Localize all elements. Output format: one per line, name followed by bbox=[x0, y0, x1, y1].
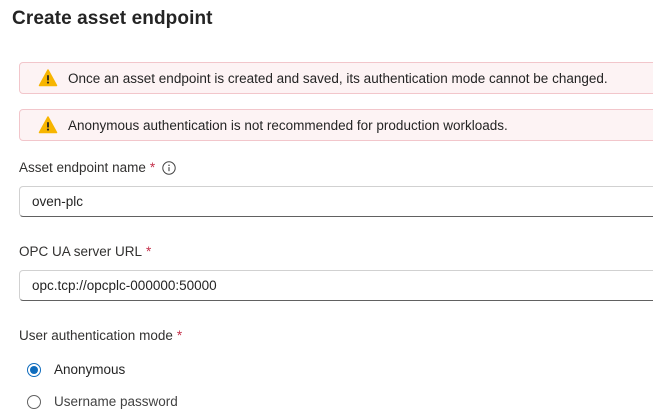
asset-endpoint-name-input[interactable] bbox=[19, 186, 653, 217]
radio-label: Anonymous bbox=[54, 362, 126, 377]
info-icon[interactable] bbox=[162, 160, 176, 175]
banner-message: Once an asset endpoint is created and sa… bbox=[68, 70, 608, 86]
auth-mode-warning-banner: Once an asset endpoint is created and sa… bbox=[19, 62, 653, 94]
opc-ua-server-url-label: OPC UA server URL * bbox=[19, 244, 151, 259]
required-marker: * bbox=[146, 244, 152, 259]
required-marker: * bbox=[149, 160, 156, 175]
anonymous-warning-banner: Anonymous authentication is not recommen… bbox=[19, 109, 653, 141]
page-title: Create asset endpoint bbox=[12, 8, 213, 29]
required-marker: * bbox=[176, 328, 183, 343]
radio-label: Username password bbox=[54, 394, 178, 409]
radio-button-unselected[interactable] bbox=[27, 394, 41, 409]
radio-option-username-password[interactable]: Username password bbox=[27, 394, 178, 409]
warning-icon bbox=[38, 115, 58, 135]
user-authentication-mode-label: User authentication mode * bbox=[19, 328, 182, 343]
radio-button-selected[interactable] bbox=[27, 362, 41, 377]
warning-icon bbox=[38, 68, 58, 88]
field-label-text: OPC UA server URL bbox=[19, 244, 143, 259]
banner-message: Anonymous authentication is not recommen… bbox=[68, 117, 508, 133]
asset-endpoint-name-label: Asset endpoint name * bbox=[19, 160, 176, 175]
field-label-text: User authentication mode bbox=[19, 328, 173, 343]
radio-option-anonymous[interactable]: Anonymous bbox=[27, 362, 125, 377]
field-label-text: Asset endpoint name bbox=[19, 160, 146, 175]
opc-ua-server-url-input[interactable] bbox=[19, 270, 653, 301]
